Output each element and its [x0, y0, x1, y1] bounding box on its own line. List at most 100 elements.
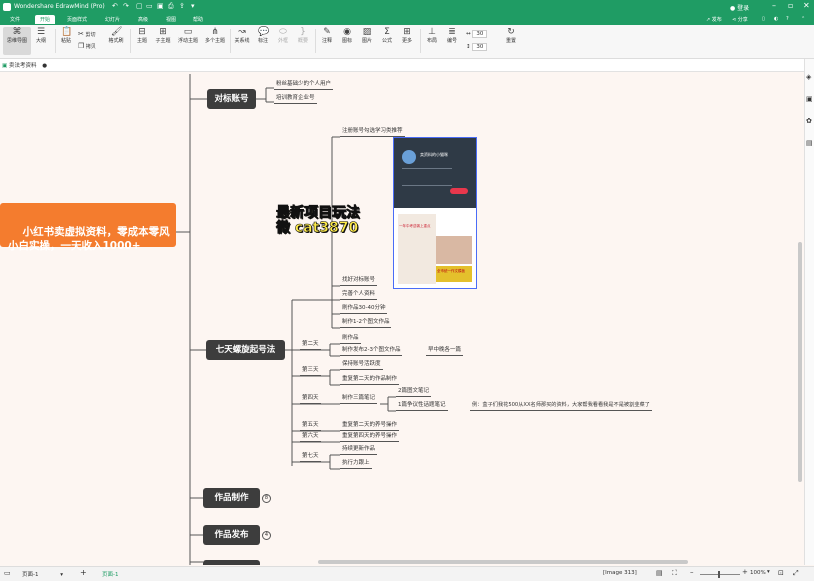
- theme-icon[interactable]: ◐: [774, 16, 778, 22]
- print-icon[interactable]: ⎙: [168, 2, 174, 11]
- day-6-label[interactable]: 第六天: [300, 433, 321, 442]
- page-list-icon[interactable]: ▭: [4, 569, 11, 577]
- day-3-active[interactable]: 保持账号活跃度: [340, 361, 383, 370]
- zoom-in-icon[interactable]: +: [742, 568, 748, 576]
- day-3-repeat[interactable]: 重复第二天的作品制作: [340, 376, 400, 385]
- active-page-tab[interactable]: 页面-1: [102, 570, 118, 578]
- subtopic-personal-users[interactable]: 粉丝基础少的个人用户: [274, 81, 334, 90]
- fit-page-icon[interactable]: ⛶: [672, 569, 677, 578]
- page-selector[interactable]: 页面-1 ▾: [22, 570, 63, 578]
- export-icon[interactable]: ⇪: [179, 2, 185, 10]
- multiple-topics-button[interactable]: ⋔ 多个主题: [201, 27, 229, 44]
- ribbon-collapse-icon[interactable]: ⌃: [801, 16, 805, 22]
- zoom-level[interactable]: 100%: [750, 570, 766, 576]
- central-topic[interactable]: 小红书卖虚拟资料，零成本零风 小白实操，一天收入1000+: [0, 203, 176, 252]
- menu-advanced[interactable]: 高级: [138, 16, 148, 23]
- notes-panel-icon[interactable]: ▤: [806, 139, 813, 147]
- day-2-label[interactable]: 第二天: [300, 341, 321, 350]
- open-file-icon[interactable]: ▭: [146, 2, 153, 10]
- horizontal-spacing-control[interactable]: ↔ 30: [466, 30, 488, 38]
- cut-button[interactable]: ✂ 剪切: [78, 30, 95, 38]
- maximize-icon[interactable]: ▫: [788, 1, 793, 10]
- menu-file[interactable]: 文件: [10, 16, 20, 23]
- day-4-example[interactable]: 例：盒子们我花500从XX名师那买的资料，大家帮我看看我是不是被割韭菜了: [470, 402, 652, 411]
- menu-help[interactable]: 帮助: [193, 16, 203, 23]
- clipart-panel-icon[interactable]: ✿: [806, 117, 812, 125]
- save-icon[interactable]: ▣: [157, 2, 164, 10]
- topic-content-publishing[interactable]: 作品发布: [203, 525, 260, 545]
- outline-view-button[interactable]: ☰ 大纲: [28, 27, 54, 44]
- quick-access-more-icon[interactable]: ▾: [191, 2, 195, 10]
- help-icon[interactable]: ?: [786, 16, 789, 22]
- reset-button[interactable]: ↻ 重置: [498, 27, 524, 44]
- document-tab[interactable]: ▣ 卖法考资料 ●: [2, 61, 47, 69]
- subtopic-complete-profile[interactable]: 完善个人资料: [340, 291, 378, 300]
- copy-button[interactable]: ❐ 拷贝: [78, 42, 96, 50]
- day-3-label[interactable]: 第三天: [300, 367, 321, 376]
- subtopic-button[interactable]: ⊞ 子主题: [150, 27, 176, 44]
- subtopic-browse[interactable]: 刷作品30-40分钟: [340, 305, 388, 314]
- close-icon[interactable]: ✕: [803, 1, 810, 10]
- day-2-publish[interactable]: 制作发布2-3个图文作品: [340, 347, 403, 356]
- format-panel-icon[interactable]: ◈: [806, 73, 811, 81]
- zoom-out-icon[interactable]: –: [690, 568, 694, 576]
- day-4-image-notes[interactable]: 2篇图文笔记: [396, 388, 431, 397]
- day-2-browse[interactable]: 刷作品: [340, 335, 361, 344]
- day-2-publish-note[interactable]: 早中晚各一篇: [426, 347, 464, 356]
- vertical-spacing-control[interactable]: ↕ 30: [466, 43, 488, 51]
- mindmap-canvas[interactable]: 小红书卖虚拟资料，零成本零风 小白实操，一天收入1000+ 对标账号 七天螺旋起…: [0, 72, 804, 565]
- subtopic-register[interactable]: 注册账号勾选学习类推荐: [340, 128, 405, 137]
- outline-toggle-icon[interactable]: ▤: [656, 569, 663, 577]
- numbering-button[interactable]: ≣ 编号: [439, 27, 465, 44]
- vertical-scrollbar[interactable]: [798, 242, 802, 482]
- fit-window-icon[interactable]: ⊡: [778, 569, 784, 577]
- horizontal-spacing-value[interactable]: 30: [472, 30, 488, 38]
- collapsed-count-badge[interactable]: 4: [262, 531, 271, 540]
- topic-seven-day-method[interactable]: 七天螺旋起号法: [206, 340, 285, 360]
- summary-button[interactable]: } 概要: [290, 27, 316, 44]
- day-5-repeat[interactable]: 重复第二天的养号操作: [340, 422, 400, 431]
- unsaved-dot-icon[interactable]: ●: [42, 63, 47, 69]
- redo-icon[interactable]: ↷: [123, 2, 129, 10]
- day-4-label[interactable]: 第四天: [300, 395, 321, 404]
- day-4-controversial-note[interactable]: 1篇争议性话题笔记: [396, 402, 448, 411]
- paste-button[interactable]: 📋 粘贴: [53, 27, 79, 44]
- menu-slides[interactable]: 幻灯片: [105, 16, 120, 23]
- subtopic-training-accounts[interactable]: 培训教育企业号: [274, 95, 317, 104]
- mindmap-view-button[interactable]: ⌘ 思维导图: [3, 27, 31, 55]
- day-4-three-notes[interactable]: 制作三篇笔记: [340, 395, 378, 404]
- new-file-icon[interactable]: ▢: [136, 2, 143, 10]
- minimize-icon[interactable]: –: [772, 1, 776, 10]
- login-button[interactable]: ● 登录: [730, 3, 749, 12]
- menu-page-style[interactable]: 页面样式: [67, 16, 87, 23]
- day-5-label[interactable]: 第五天: [300, 422, 321, 431]
- publish-button[interactable]: ↗ 发布: [706, 16, 722, 23]
- day-7-update[interactable]: 持续更新作品: [340, 446, 378, 455]
- more-button[interactable]: ⊞ 更多: [394, 27, 420, 44]
- vertical-spacing-value[interactable]: 30: [472, 43, 488, 51]
- notification-icon[interactable]: ▯: [762, 16, 765, 22]
- fullscreen-icon[interactable]: ⤢: [793, 569, 799, 578]
- share-button[interactable]: ⋖ 分享: [732, 16, 748, 23]
- format-painter-button[interactable]: 🖌 格式刷: [103, 27, 129, 44]
- subtopic-find-benchmark[interactable]: 找好对标账号: [340, 277, 378, 286]
- horizontal-scrollbar[interactable]: [318, 560, 688, 564]
- undo-icon[interactable]: ↶: [112, 2, 118, 10]
- subtopic-make-posts[interactable]: 制作1-2个图文作品: [340, 319, 392, 328]
- image-panel-icon[interactable]: ▣: [806, 95, 813, 103]
- zoom-slider-thumb[interactable]: [718, 571, 720, 578]
- zoom-slider[interactable]: [700, 571, 740, 578]
- embedded-screenshot-image[interactable]: 卖资料的小猫咪 一年中考逆袭上重点 全市统一作文模板: [393, 137, 477, 289]
- day-7-execute[interactable]: 执行力跟上: [340, 460, 372, 469]
- zoom-dropdown-icon[interactable]: ▾: [767, 569, 770, 575]
- day-7-label[interactable]: 第七天: [300, 453, 321, 462]
- topic-content-creation[interactable]: 作品制作: [203, 488, 260, 508]
- collapsed-count-badge[interactable]: 8: [262, 494, 271, 503]
- topic-benchmark-accounts[interactable]: 对标账号: [207, 89, 256, 109]
- day-6-repeat[interactable]: 重复第四天的养号操作: [340, 433, 400, 442]
- floating-topic-button[interactable]: ▭ 浮动主题: [174, 27, 202, 44]
- topic-partial-bottom[interactable]: [203, 560, 260, 565]
- menu-view[interactable]: 视图: [166, 16, 176, 23]
- add-page-icon[interactable]: +: [80, 568, 87, 577]
- menu-home[interactable]: 开始: [35, 15, 56, 24]
